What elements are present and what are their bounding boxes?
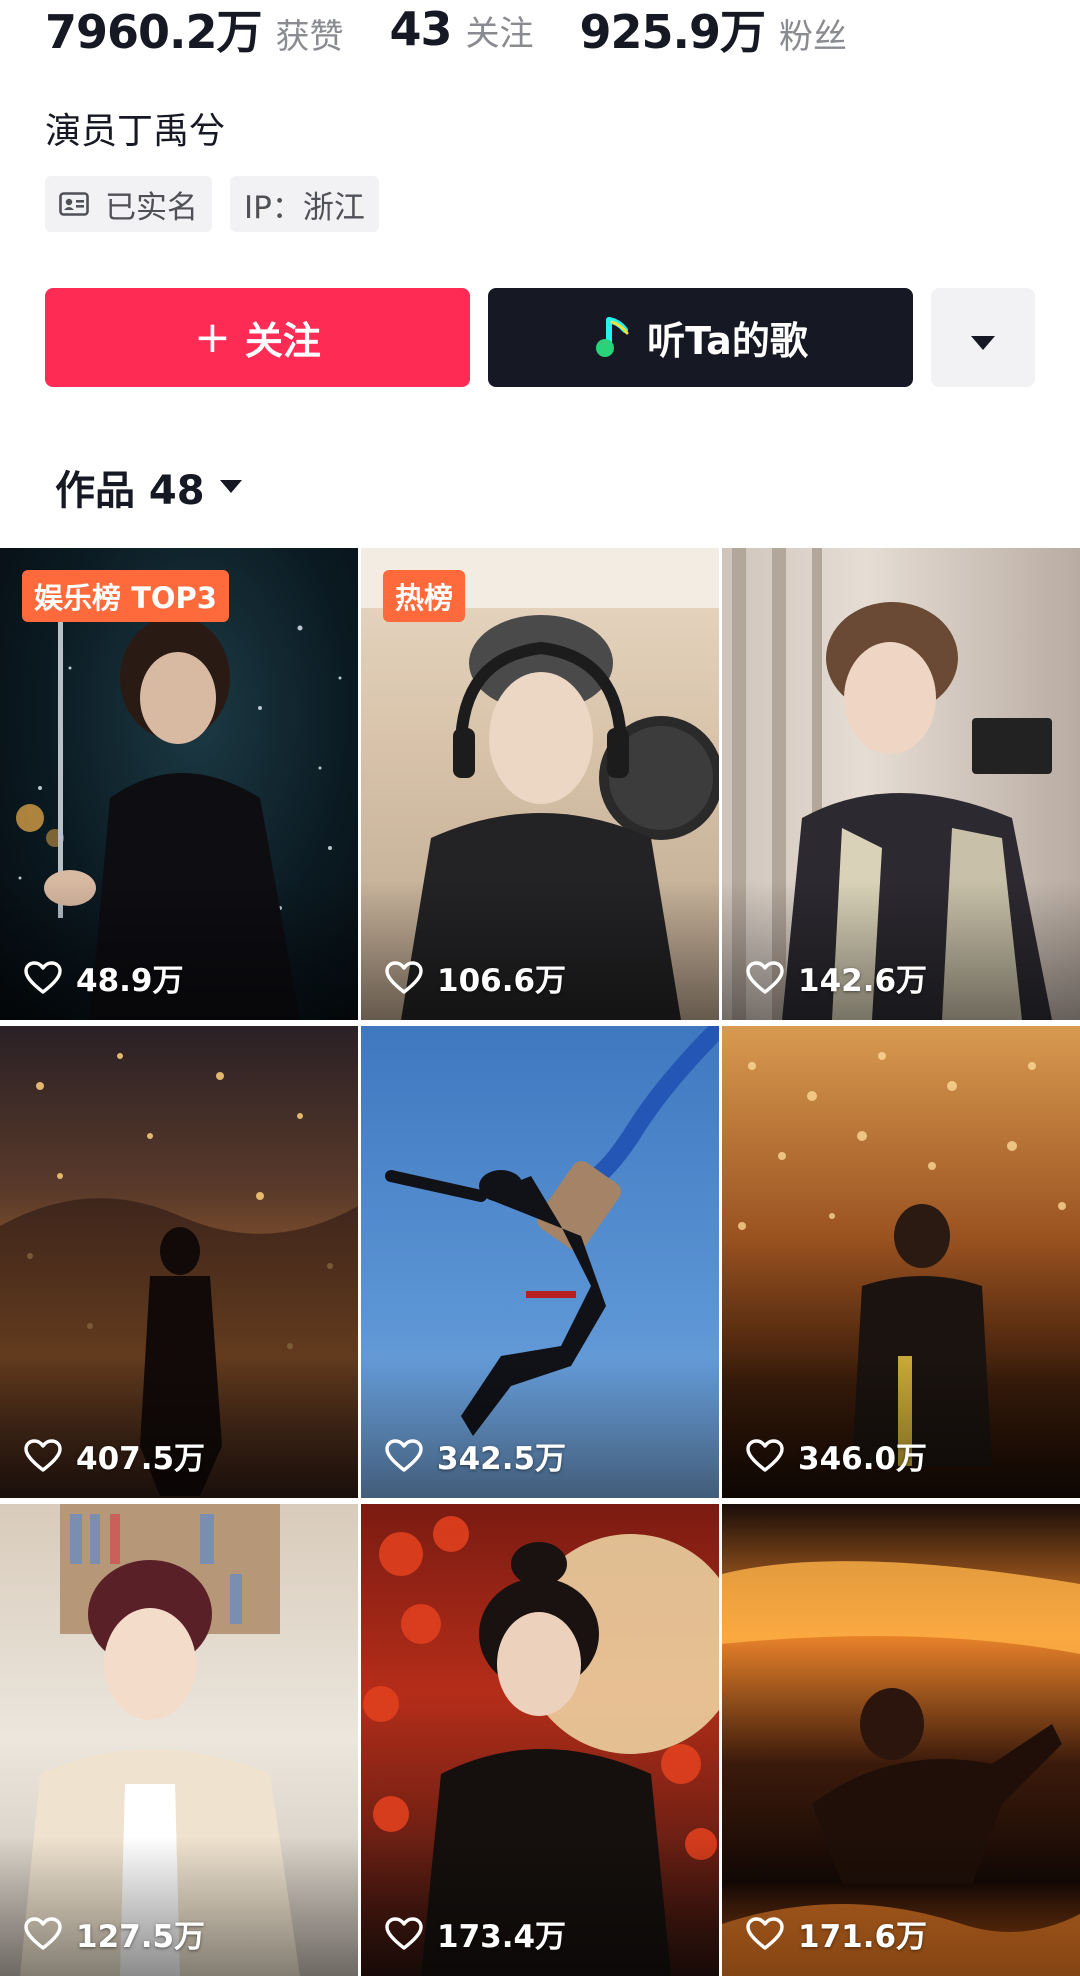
video-tile[interactable]: 407.5万 (0, 1026, 358, 1498)
heart-icon (385, 960, 423, 994)
video-tile[interactable]: 127.5万 (0, 1504, 358, 1976)
profile-tags: 已实名 IP：浙江 (45, 176, 379, 232)
caret-down-icon (219, 479, 243, 495)
stat-likes-value: 7960.2万 (45, 5, 263, 59)
id-card-icon (59, 192, 89, 216)
works-tab-label: 作品 48 (55, 468, 205, 514)
listen-songs-label: 听Ta的歌 (647, 319, 808, 363)
heart-icon (24, 1916, 62, 1950)
like-count: 342.5万 (385, 1433, 566, 1478)
ip-location-tag: IP：浙江 (230, 176, 379, 232)
video-tile[interactable]: 342.5万 (361, 1026, 719, 1498)
heart-icon (746, 1916, 784, 1950)
like-count: 106.6万 (385, 955, 566, 1000)
stat-following-label: 关注 (465, 14, 534, 54)
stat-following-value: 43 (389, 2, 453, 56)
like-count-value: 171.6万 (798, 1919, 928, 1955)
works-tab[interactable]: 作品 48 (55, 458, 243, 516)
heart-icon (24, 1438, 62, 1472)
stat-likes[interactable]: 7960.2万 获赞 (45, 0, 344, 62)
like-count: 173.4万 (385, 1911, 566, 1956)
stat-followers-label: 粉丝 (779, 17, 848, 57)
stat-followers[interactable]: 925.9万 粉丝 (580, 0, 848, 62)
like-count-value: 142.6万 (798, 963, 928, 999)
plus-icon: + (194, 312, 231, 363)
follow-button-label: 关注 (244, 319, 321, 363)
like-count-value: 346.0万 (798, 1441, 928, 1477)
profile-bio: 演员丁禹兮 (45, 111, 226, 152)
ranking-badge: 娱乐榜 TOP3 (22, 570, 229, 622)
video-tile[interactable]: 娱乐榜 TOP3 48.9万 (0, 548, 358, 1020)
triangle-down-icon (970, 316, 996, 360)
like-count-value: 173.4万 (437, 1919, 567, 1955)
video-tile[interactable]: 热榜 106.6万 (361, 548, 719, 1020)
music-note-icon (593, 316, 633, 360)
listen-songs-button[interactable]: 听Ta的歌 (488, 288, 913, 387)
follow-button[interactable]: + 关注 (45, 288, 470, 387)
video-grid: 娱乐榜 TOP3 48.9万 热榜 106.6万 142.6万 407.5万 3… (0, 548, 1080, 1976)
like-count: 407.5万 (24, 1433, 205, 1478)
like-count: 127.5万 (24, 1911, 205, 1956)
like-count: 346.0万 (746, 1433, 927, 1478)
heart-icon (24, 960, 62, 994)
hot-list-badge: 热榜 (383, 570, 466, 622)
profile-actions: + 关注 听Ta的歌 (45, 288, 1035, 387)
like-count-value: 48.9万 (76, 963, 184, 999)
video-tile[interactable]: 171.6万 (722, 1504, 1080, 1976)
heart-icon (385, 1916, 423, 1950)
like-count: 48.9万 (24, 955, 184, 1000)
like-count-value: 106.6万 (437, 963, 567, 999)
profile-stats: 7960.2万 获赞 43 关注 925.9万 粉丝 (45, 0, 893, 59)
stat-likes-label: 获赞 (275, 17, 344, 57)
video-tile[interactable]: 173.4万 (361, 1504, 719, 1976)
stat-followers-value: 925.9万 (579, 5, 767, 59)
like-count: 142.6万 (746, 955, 927, 1000)
heart-icon (746, 960, 784, 994)
verified-tag-label: 已实名 (105, 189, 198, 226)
like-count-value: 407.5万 (76, 1441, 206, 1477)
video-tile[interactable]: 142.6万 (722, 548, 1080, 1020)
verified-tag[interactable]: 已实名 (45, 176, 212, 232)
like-count: 171.6万 (746, 1911, 927, 1956)
like-count-value: 127.5万 (76, 1919, 206, 1955)
stat-following[interactable]: 43 关注 (390, 2, 534, 56)
ip-location-label: IP：浙江 (244, 189, 365, 226)
like-count-value: 342.5万 (437, 1441, 567, 1477)
heart-icon (746, 1438, 784, 1472)
more-dropdown-button[interactable] (931, 288, 1035, 387)
video-tile[interactable]: 346.0万 (722, 1026, 1080, 1498)
heart-icon (385, 1438, 423, 1472)
